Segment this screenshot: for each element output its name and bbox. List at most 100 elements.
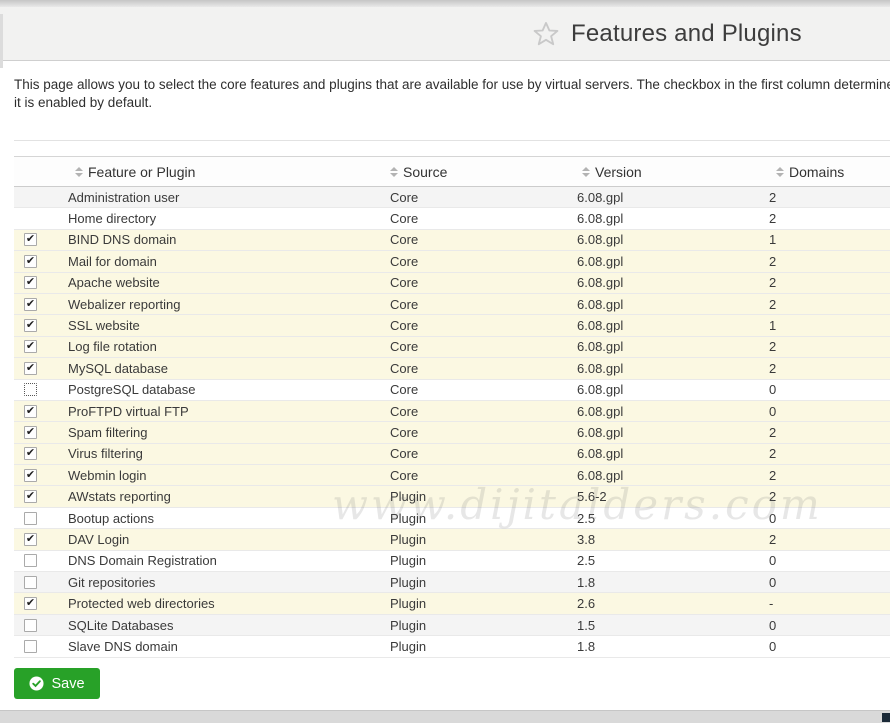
version-cell: 6.08.gpl — [577, 382, 769, 397]
feature-checkbox[interactable] — [24, 640, 37, 653]
bottom-right-corner-mark — [882, 713, 890, 722]
domains-cell: 2 — [769, 190, 890, 205]
table-row: ✔ProFTPD virtual FTPCore6.08.gpl0 — [14, 401, 890, 422]
feature-cell: SQLite Databases — [58, 618, 390, 633]
source-cell: Plugin — [390, 639, 577, 654]
domains-cell: 0 — [769, 404, 890, 419]
domains-cell: 2 — [769, 425, 890, 440]
feature-cell: Home directory — [58, 211, 390, 226]
feature-checkbox[interactable]: ✔ — [24, 533, 37, 546]
feature-cell: Git repositories — [58, 575, 390, 590]
feature-cell: Apache website — [58, 275, 390, 290]
feature-checkbox[interactable]: ✔ — [24, 405, 37, 418]
feature-cell: SSL website — [58, 318, 390, 333]
checkbox-cell: ✔ — [14, 490, 58, 503]
page-description: This page allows you to select the core … — [14, 76, 890, 112]
sort-arrows-icon — [390, 167, 398, 177]
domains-cell: 2 — [769, 446, 890, 461]
feature-cell: AWstats reporting — [58, 489, 390, 504]
domains-cell: 2 — [769, 361, 890, 376]
feature-checkbox[interactable] — [24, 512, 37, 525]
page-header: Features and Plugins — [0, 7, 890, 61]
feature-checkbox[interactable] — [24, 383, 37, 396]
version-cell: 6.08.gpl — [577, 211, 769, 226]
version-cell: 6.08.gpl — [577, 275, 769, 290]
column-header-label: Feature or Plugin — [88, 164, 195, 180]
version-cell: 6.08.gpl — [577, 318, 769, 333]
source-cell: Core — [390, 297, 577, 312]
star-outline-icon — [532, 20, 560, 48]
version-cell: 6.08.gpl — [577, 468, 769, 483]
feature-checkbox[interactable]: ✔ — [24, 490, 37, 503]
column-header-version[interactable]: Version — [577, 164, 769, 180]
source-cell: Core — [390, 190, 577, 205]
feature-cell: Mail for domain — [58, 254, 390, 269]
column-header-feature[interactable]: Feature or Plugin — [58, 164, 390, 180]
version-cell: 6.08.gpl — [577, 232, 769, 247]
source-cell: Core — [390, 382, 577, 397]
version-cell: 2.6 — [577, 596, 769, 611]
feature-cell: Spam filtering — [58, 425, 390, 440]
window-left-edge — [0, 14, 3, 68]
domains-cell: 2 — [769, 468, 890, 483]
version-cell: 5.6-2 — [577, 489, 769, 504]
source-cell: Core — [390, 339, 577, 354]
version-cell: 6.08.gpl — [577, 446, 769, 461]
feature-checkbox[interactable]: ✔ — [24, 340, 37, 353]
source-cell: Core — [390, 404, 577, 419]
sort-arrows-icon — [75, 167, 83, 177]
column-header-source[interactable]: Source — [390, 164, 577, 180]
checkbox-cell: ✔ — [14, 533, 58, 546]
feature-checkbox[interactable] — [24, 554, 37, 567]
table-row: ✔Mail for domainCore6.08.gpl2 — [14, 251, 890, 272]
domains-cell: 2 — [769, 211, 890, 226]
domains-cell: 2 — [769, 275, 890, 290]
table-row: ✔SSL websiteCore6.08.gpl1 — [14, 315, 890, 336]
feature-cell: Slave DNS domain — [58, 639, 390, 654]
description-line-2: it is enabled by default. — [14, 94, 890, 112]
feature-cell: Protected web directories — [58, 596, 390, 611]
table-row: ✔Log file rotationCore6.08.gpl2 — [14, 337, 890, 358]
domains-cell: 2 — [769, 532, 890, 547]
table-row: Bootup actionsPlugin2.50 — [14, 508, 890, 529]
feature-checkbox[interactable]: ✔ — [24, 362, 37, 375]
feature-cell: Log file rotation — [58, 339, 390, 354]
save-button[interactable]: Save — [14, 668, 100, 699]
feature-checkbox[interactable]: ✔ — [24, 255, 37, 268]
feature-checkbox[interactable]: ✔ — [24, 319, 37, 332]
source-cell: Core — [390, 446, 577, 461]
features-table: Feature or PluginSourceVersionDomains Ad… — [14, 156, 890, 658]
table-row: ✔Spam filteringCore6.08.gpl2 — [14, 422, 890, 443]
feature-checkbox[interactable]: ✔ — [24, 298, 37, 311]
table-row: ✔AWstats reportingPlugin5.6-22 — [14, 486, 890, 507]
checkbox-cell — [14, 383, 58, 396]
version-cell: 2.5 — [577, 553, 769, 568]
checkbox-cell: ✔ — [14, 405, 58, 418]
feature-checkbox[interactable]: ✔ — [24, 469, 37, 482]
column-header-domains[interactable]: Domains — [769, 164, 890, 180]
feature-checkbox[interactable]: ✔ — [24, 597, 37, 610]
feature-cell: Bootup actions — [58, 511, 390, 526]
source-cell: Core — [390, 318, 577, 333]
domains-cell: 0 — [769, 382, 890, 397]
feature-checkbox[interactable]: ✔ — [24, 276, 37, 289]
feature-checkbox[interactable]: ✔ — [24, 426, 37, 439]
source-cell: Plugin — [390, 575, 577, 590]
source-cell: Plugin — [390, 489, 577, 504]
table-row: DNS Domain RegistrationPlugin2.50 — [14, 551, 890, 572]
domains-cell: 2 — [769, 339, 890, 354]
table-row: SQLite DatabasesPlugin1.50 — [14, 615, 890, 636]
feature-checkbox[interactable] — [24, 576, 37, 589]
table-row: ✔Protected web directoriesPlugin2.6- — [14, 593, 890, 614]
source-cell: Plugin — [390, 511, 577, 526]
table-row: Git repositoriesPlugin1.80 — [14, 572, 890, 593]
domains-cell: 2 — [769, 297, 890, 312]
source-cell: Core — [390, 275, 577, 290]
description-line-1: This page allows you to select the core … — [14, 76, 890, 94]
feature-checkbox[interactable]: ✔ — [24, 233, 37, 246]
page-title: Features and Plugins — [571, 20, 802, 48]
feature-checkbox[interactable] — [24, 619, 37, 632]
checkbox-cell: ✔ — [14, 233, 58, 246]
checkbox-cell — [14, 512, 58, 525]
feature-checkbox[interactable]: ✔ — [24, 447, 37, 460]
